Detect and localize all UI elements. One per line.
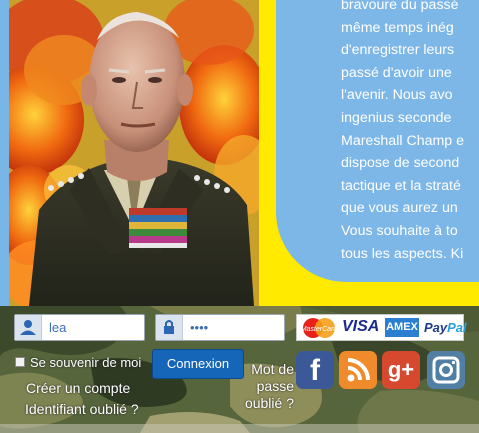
article-line: l'avenir. Nous avo (341, 87, 453, 104)
article-line: que vous aurez un (341, 200, 458, 217)
visa-icon: VISA (342, 318, 380, 335)
mastercard-icon: MasterCard (301, 318, 339, 338)
article-line: ingenius seconde (341, 109, 452, 126)
username-field[interactable]: lea (14, 314, 145, 341)
article-line: Mareshall Champ e (341, 132, 465, 149)
username-value: lea (49, 320, 67, 335)
instagram-glyph (432, 356, 460, 384)
lock-icon (164, 320, 174, 334)
article-line: passé d'avoir une (341, 64, 452, 81)
paypal-pal: Pal (447, 320, 467, 335)
lock-icon-badge (156, 315, 183, 340)
remember-checkbox[interactable] (15, 357, 25, 367)
googleplus-glyph: g+ (387, 357, 415, 382)
article-line: même temps inég (341, 19, 454, 36)
user-icon-badge (15, 315, 42, 340)
create-account-link[interactable]: Créer un compte (26, 380, 130, 396)
general-portrait-image (9, 0, 259, 306)
hero-section: bravoure du passé même temps inég d'enre… (0, 0, 479, 306)
article-line: tous les aspects. Ki (341, 245, 464, 262)
paypal-pay: Pay (424, 320, 448, 335)
password-value: •••• (190, 320, 209, 335)
forgot-id-link[interactable]: Identifiant oublié ? (25, 401, 139, 417)
article-text: bravoure du passé même temps inég d'enre… (341, 0, 479, 265)
instagram-icon[interactable] (427, 351, 465, 389)
article-line: d'enregistrer leurs (341, 42, 455, 59)
rss-glyph (347, 358, 370, 382)
article-line: tactique et la straté (341, 177, 461, 194)
mastercard-text: MasterCard (301, 326, 339, 333)
googleplus-icon[interactable]: g+ (382, 351, 420, 389)
amex-icon: AMEX (385, 318, 419, 337)
article-line: dispose de second (341, 155, 460, 172)
login-button[interactable]: Connexion (152, 349, 244, 379)
rss-icon[interactable] (339, 351, 377, 389)
payment-methods: MasterCard VISA AMEX PayPal (296, 314, 467, 341)
facebook-glyph: f (310, 354, 320, 387)
article-line: bravoure du passé (341, 0, 459, 13)
paypal-icon: PayPal (424, 320, 467, 335)
user-icon (20, 320, 36, 335)
remember-label: Se souvenir de moi (30, 355, 142, 370)
forgot-password-link[interactable]: Mot de passe oublié ? (238, 361, 294, 412)
login-bar: lea •••• MasterCard VISA AMEX PayPal Se … (0, 306, 479, 433)
facebook-icon[interactable]: f (296, 351, 334, 389)
password-field[interactable]: •••• (155, 314, 285, 341)
left-blue-strip (0, 0, 9, 306)
article-line: Vous souhaite à to (341, 222, 458, 239)
